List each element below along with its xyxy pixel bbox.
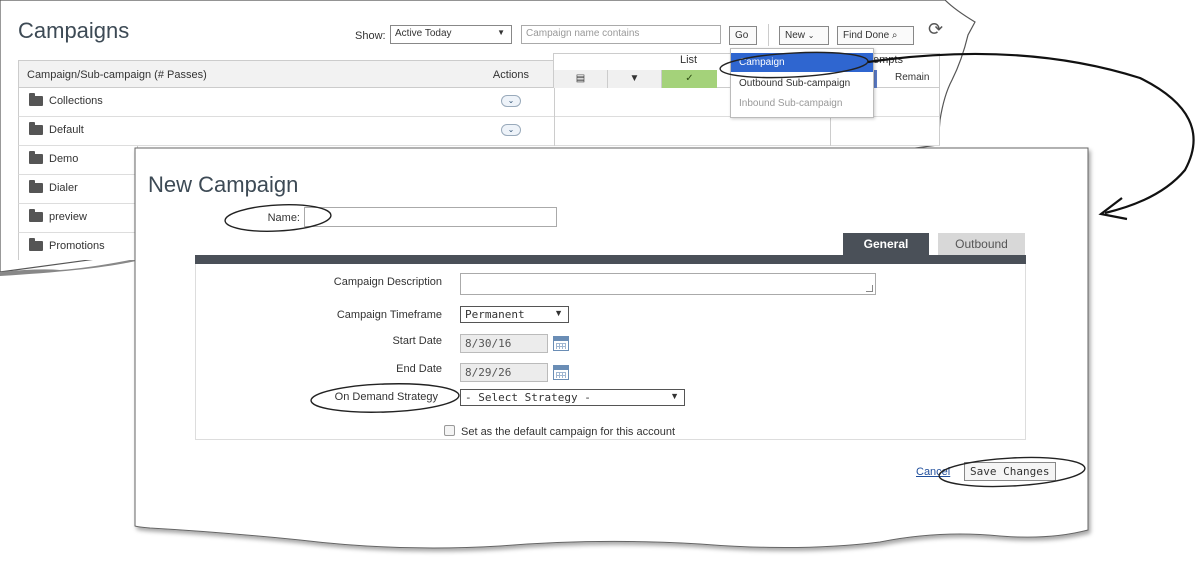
table-row[interactable]: Demo [18,146,138,175]
new-menu-dropdown: Campaign Outbound Sub-campaign Inbound S… [730,48,874,118]
new-button[interactable]: New ⌄ [779,26,829,45]
end-date-label-text: End Date [396,363,442,375]
row-divider [554,88,555,117]
list-view-icon[interactable]: ▤ [553,70,607,88]
row-name: Collections [49,95,103,107]
default-campaign-label: Set as the default campaign for this acc… [461,426,676,438]
filter-icon[interactable]: ▼ [607,70,661,88]
calendar-icon[interactable] [553,365,569,380]
calendar-icon[interactable] [553,336,569,351]
strategy-label: On Demand Strategy [334,391,438,403]
remain-column-header: Remain [895,72,930,83]
dropdown-arrow-icon: ▼ [554,308,563,318]
folder-icon [29,209,43,222]
row-actions-chevron-icon[interactable]: ⌄ [501,124,521,136]
strategy-value: - Select Strategy - [465,391,591,404]
search-icon: ⌕ [891,30,898,41]
show-filter-select[interactable]: Active Today ▼ [390,25,512,44]
go-button[interactable]: Go [729,26,757,45]
timeframe-label: Campaign Timeframe [336,309,442,321]
timeframe-select[interactable]: Permanent ▼ [460,306,569,323]
column-header-actions: Actions [492,69,529,81]
chevron-down-icon: ⌄ [807,31,815,40]
campaign-search-input[interactable]: Campaign name contains [521,25,721,44]
campaign-name-input[interactable] [304,207,557,227]
dropdown-arrow-icon: ▼ [497,28,505,37]
folder-icon [29,180,43,193]
row-divider [554,117,555,146]
default-campaign-checkbox[interactable] [444,425,455,436]
tab-outbound[interactable]: Outbound [938,233,1025,255]
show-label: Show: [355,30,386,42]
end-date-input[interactable]: 8/29/26 [460,363,548,382]
campaign-description-textarea[interactable] [460,273,876,295]
strategy-select[interactable]: - Select Strategy - ▼ [460,389,685,406]
new-campaign-title: New Campaign [148,172,299,197]
dropdown-arrow-icon: ▼ [670,391,679,401]
tab-general[interactable]: General [843,233,929,255]
folder-icon [29,151,43,164]
start-date-input[interactable]: 8/30/16 [460,334,548,353]
row-divider [830,117,831,146]
find-done-label: Find Done [843,30,890,41]
attempts-column-header: empts [873,54,903,66]
row-name: Default [49,124,84,136]
checkmark-icon[interactable]: ✓ [661,70,717,88]
refresh-icon[interactable]: ⟳ [928,19,943,40]
row-name: preview [49,211,87,223]
folder-icon [29,122,43,135]
timeframe-value: Permanent [465,308,525,321]
find-done-button[interactable]: Find Done ⌕ [837,26,914,45]
description-label: Campaign Description [333,276,442,288]
new-button-label: New [785,30,806,41]
save-changes-button[interactable]: Save Changes [964,462,1056,481]
name-label: Name: [267,212,300,224]
table-row[interactable]: preview [18,204,138,233]
row-name: Demo [49,153,79,165]
row-actions-chevron-icon[interactable]: ⌄ [501,95,521,107]
campaign-table-header: Campaign/Sub-campaign (# Passes) Actions [18,60,554,88]
table-row[interactable]: Dialer [18,175,138,204]
campaigns-title: Campaigns [18,18,130,43]
show-filter-value: Active Today [395,28,452,39]
folder-icon [29,93,43,106]
list-column-header: List [680,54,698,66]
menu-item-outbound-sub-campaign[interactable]: Outbound Sub-campaign [731,74,873,93]
table-row[interactable]: Default ⌄ [18,117,940,146]
form-header-bar [195,255,1026,264]
folder-icon [29,238,43,251]
menu-item-inbound-sub-campaign: Inbound Sub-campaign [739,98,843,109]
row-name: Dialer [49,182,78,194]
start-date-label: Start Date [392,335,442,347]
row-name: Promotions [49,240,105,252]
column-header-name: Campaign/Sub-campaign (# Passes) [27,69,207,81]
end-date-label: End Date [280,363,442,375]
menu-item-campaign[interactable]: Campaign [731,53,873,72]
table-row[interactable]: Promotions [18,233,138,260]
cancel-link[interactable]: Cancel [916,466,950,478]
toolbar-divider [768,24,769,46]
